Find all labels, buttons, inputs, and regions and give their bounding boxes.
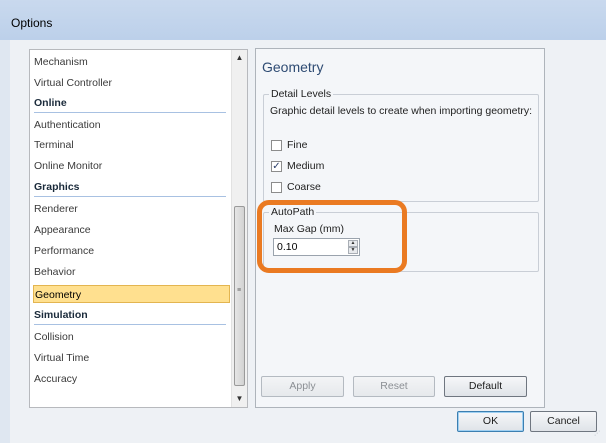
category-header-simulation: Simulation — [34, 306, 226, 325]
detail-levels-group: Detail Levels Graphic detail levels to c… — [263, 88, 539, 202]
scroll-up-button[interactable]: ▲ — [232, 50, 247, 66]
category-item-renderer[interactable]: Renderer — [34, 200, 232, 218]
category-item-virtual-time[interactable]: Virtual Time — [34, 349, 232, 367]
autopath-highlight — [257, 200, 407, 273]
category-item-virtual-controller[interactable]: Virtual Controller — [34, 74, 232, 92]
category-item-terminal[interactable]: Terminal — [34, 136, 232, 154]
category-item-behavior[interactable]: Behavior — [34, 263, 232, 281]
detail-levels-description: Graphic detail levels to create when imp… — [270, 105, 533, 117]
category-item-authentication[interactable]: Authentication — [34, 116, 232, 134]
category-item-accuracy[interactable]: Accuracy — [34, 370, 232, 388]
reset-button[interactable]: Reset — [353, 376, 435, 397]
category-header-online: Online — [34, 94, 226, 113]
category-scrollbar[interactable]: ▲ ≡ ▼ — [231, 50, 247, 407]
category-item-collision[interactable]: Collision — [34, 328, 232, 346]
options-dialog: Options Mechanism Virtual Controller Onlin… — [0, 0, 606, 443]
fine-checkbox[interactable] — [271, 140, 282, 151]
cancel-button[interactable]: Cancel — [530, 411, 597, 432]
resize-grip-icon[interactable]: ⋰ — [594, 431, 602, 440]
coarse-checkbox[interactable] — [271, 182, 282, 193]
category-header-graphics: Graphics — [34, 178, 226, 197]
fine-label: Fine — [287, 139, 308, 151]
title-bar[interactable]: Options — [0, 0, 606, 40]
medium-checkbox[interactable]: ✓ — [271, 161, 282, 172]
scroll-thumb[interactable]: ≡ — [234, 206, 245, 386]
default-button[interactable]: Default — [444, 376, 527, 397]
ok-button[interactable]: OK — [457, 411, 524, 432]
medium-label: Medium — [287, 160, 325, 172]
category-item-performance[interactable]: Performance — [34, 242, 232, 260]
category-item-mechanism[interactable]: Mechanism — [34, 53, 232, 71]
category-item-geometry[interactable]: Geometry — [33, 285, 230, 303]
apply-button[interactable]: Apply — [261, 376, 344, 397]
scroll-down-button[interactable]: ▼ — [232, 391, 247, 407]
options-category-list[interactable]: Mechanism Virtual Controller Online Authent… — [29, 49, 248, 408]
window-title: Options — [11, 16, 53, 30]
category-item-online-monitor[interactable]: Online Monitor — [34, 157, 232, 175]
category-item-appearance[interactable]: Appearance — [34, 221, 232, 239]
detail-levels-label: Detail Levels — [269, 88, 334, 100]
coarse-label: Coarse — [287, 181, 321, 193]
panel-title: Geometry — [262, 59, 324, 75]
scroll-grip-icon: ≡ — [237, 287, 242, 294]
